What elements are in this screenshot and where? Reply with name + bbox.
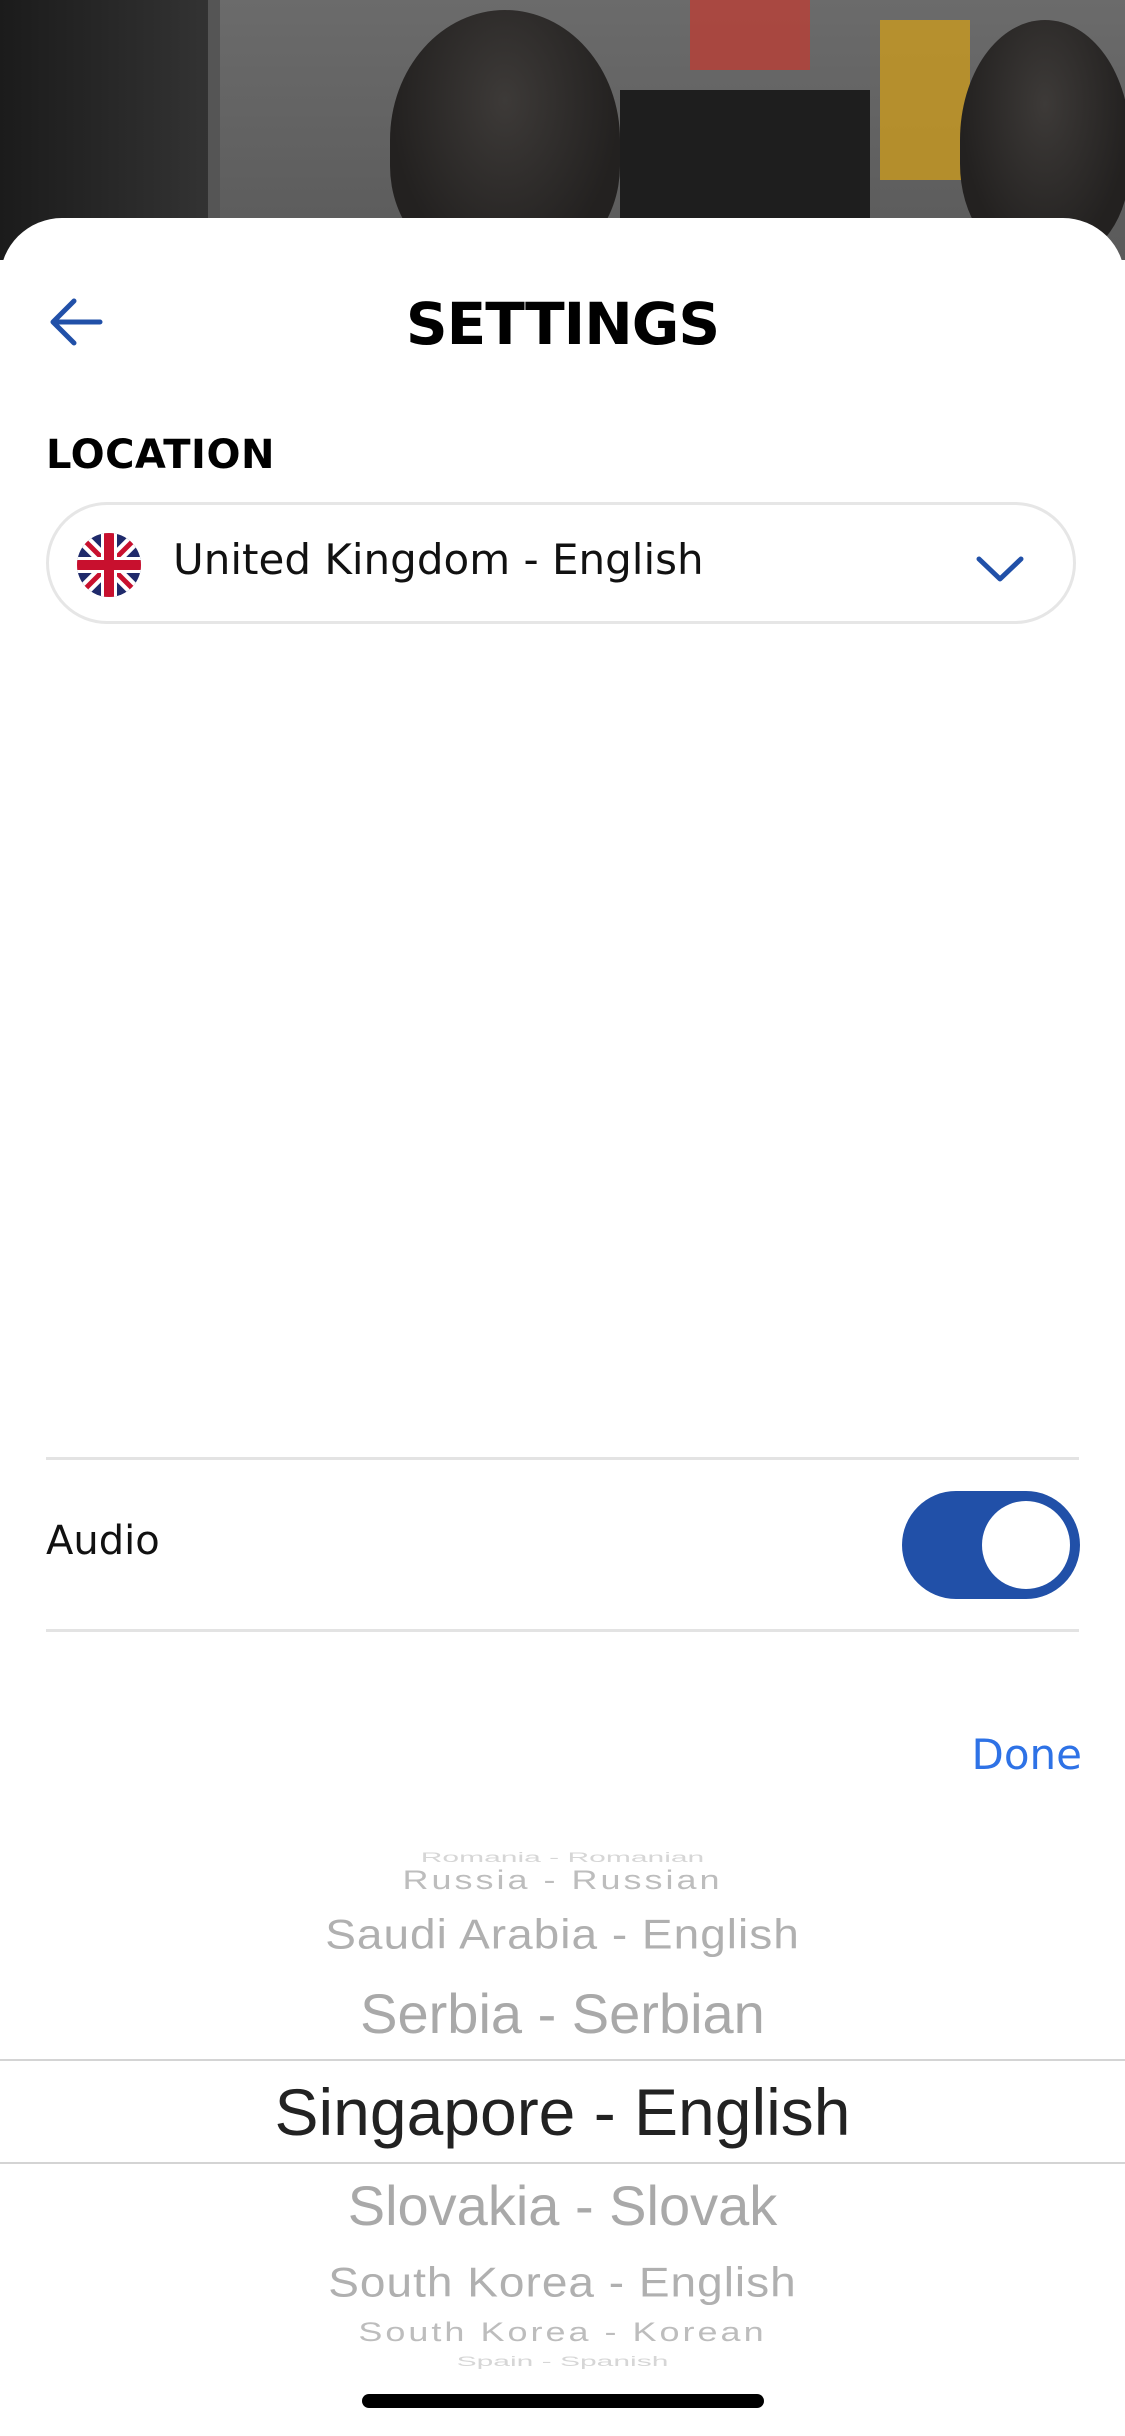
uk-flag-icon <box>77 533 141 597</box>
picker-item[interactable]: Serbia - Serbian <box>0 1982 1125 2046</box>
picker-selection-top <box>0 2059 1125 2061</box>
page-title: SETTINGS <box>405 290 720 358</box>
location-value: United Kingdom - English <box>173 535 704 584</box>
done-button[interactable]: Done <box>972 1730 1083 1779</box>
divider <box>46 1629 1079 1632</box>
picker-item[interactable]: Spain - Spanish <box>0 2353 1125 2371</box>
picker-item[interactable]: South Korea - Korean <box>0 2316 1125 2349</box>
toggle-knob <box>982 1501 1070 1589</box>
picker-item-selected[interactable]: Singapore - English <box>0 2072 1125 2152</box>
location-picker-wheel[interactable]: Romania - Romanian Russia - Russian Saud… <box>0 1840 1125 2380</box>
picker-item[interactable]: Slovakia - Slovak <box>0 2174 1125 2238</box>
picker-item[interactable]: South Korea - English <box>0 2257 1125 2307</box>
picker-item[interactable]: Russia - Russian <box>0 1864 1125 1897</box>
chevron-down-icon <box>976 556 1024 582</box>
picker-selection-bottom <box>0 2162 1125 2164</box>
location-label: LOCATION <box>46 432 275 478</box>
location-dropdown[interactable]: United Kingdom - English <box>46 502 1076 624</box>
picker-item[interactable]: Saudi Arabia - English <box>0 1909 1125 1959</box>
home-indicator <box>362 2394 764 2408</box>
divider <box>46 1457 1079 1460</box>
audio-toggle[interactable] <box>902 1491 1080 1599</box>
audio-label: Audio <box>46 1518 160 1564</box>
